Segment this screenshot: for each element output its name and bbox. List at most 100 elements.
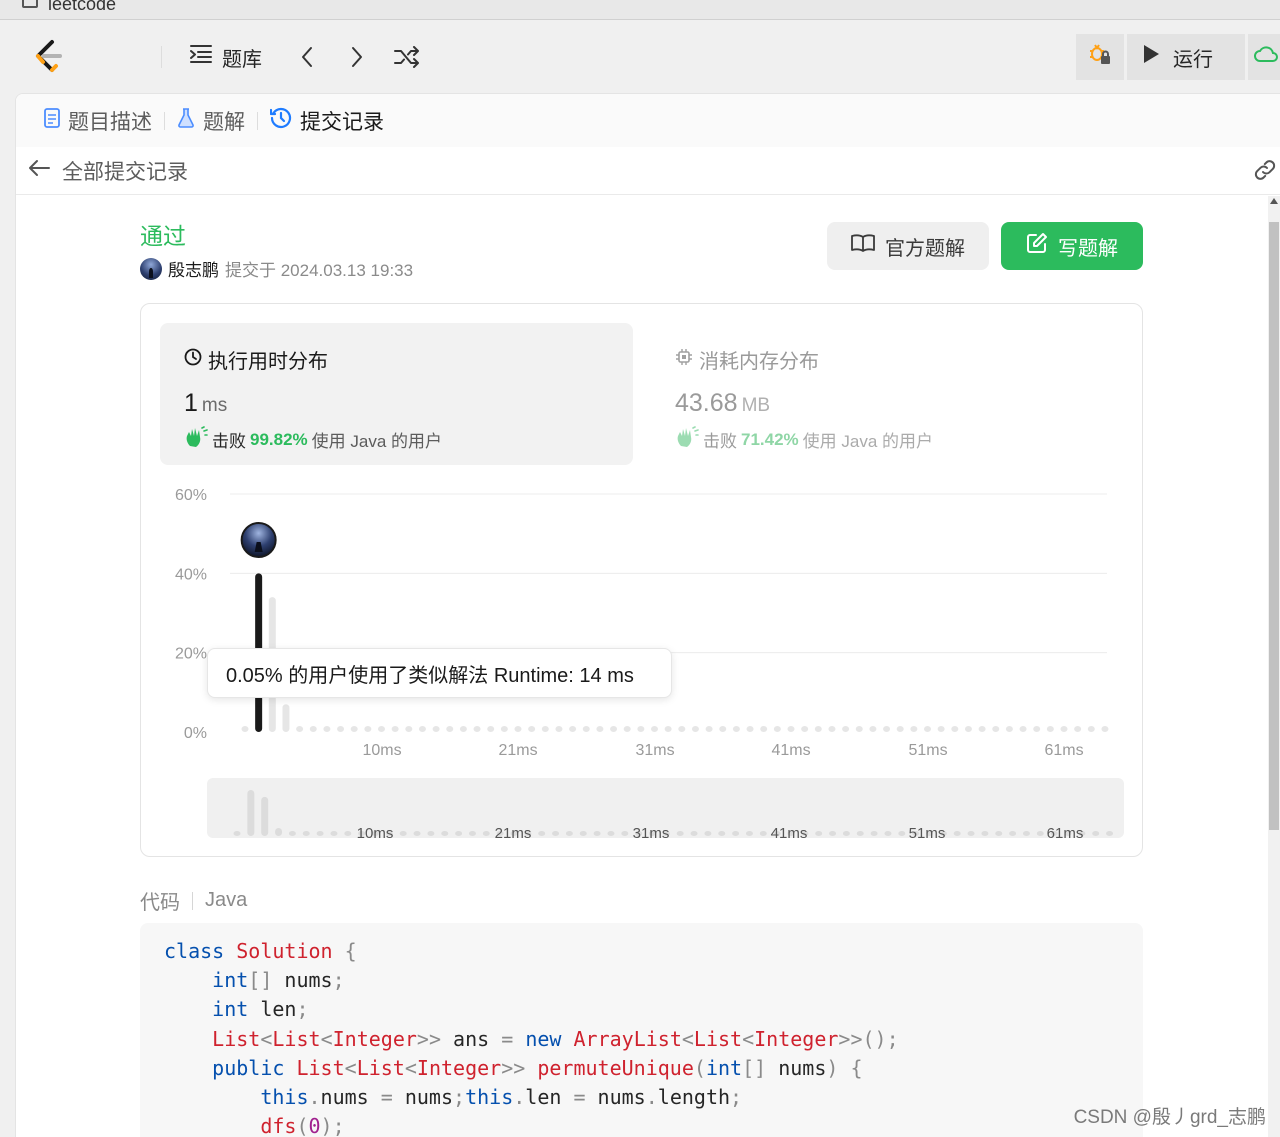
chart-bar xyxy=(1046,726,1054,732)
overview-x-tick-label: 21ms xyxy=(495,825,532,842)
vertical-scrollbar[interactable] xyxy=(1268,196,1280,1137)
code-block[interactable]: class Solution { int[] nums; int len; Li… xyxy=(140,923,1143,1137)
chart-bar xyxy=(405,726,413,732)
overview-bar xyxy=(247,790,255,836)
code-line: List<List<Integer>> ans = new ArrayList<… xyxy=(212,1026,899,1051)
code-line: class Solution { xyxy=(164,939,357,963)
avatar[interactable] xyxy=(140,257,162,280)
code-label-divider xyxy=(192,891,193,910)
nav-divider xyxy=(161,46,162,68)
overview-bar xyxy=(413,831,421,836)
overview-bar xyxy=(1106,831,1114,836)
official-solution-button[interactable]: 官方题解 xyxy=(827,222,989,270)
tab-description[interactable]: 题目描述 xyxy=(36,106,160,136)
chart-bar xyxy=(924,726,931,732)
chart-bar xyxy=(691,726,699,732)
chart-bar xyxy=(664,726,672,732)
chart-bar xyxy=(378,726,385,732)
y-tick-label: 40% xyxy=(175,566,207,583)
chart-bar xyxy=(896,726,904,732)
overview-bar xyxy=(704,831,712,836)
code-line: dfs(0); xyxy=(260,1114,345,1137)
overview-bar xyxy=(538,831,546,836)
chart-bar xyxy=(596,726,604,732)
code-line: public List<List<Integer>> permuteUnique… xyxy=(212,1055,863,1080)
tab-favicon-icon xyxy=(22,0,38,8)
overview-bar xyxy=(1036,831,1044,836)
overview-bar xyxy=(275,827,283,836)
next-problem-chevron-right-icon[interactable] xyxy=(344,44,370,70)
tab-divider xyxy=(164,111,165,130)
submit-button[interactable] xyxy=(1248,34,1280,80)
flask-icon xyxy=(177,107,195,134)
chart-bar xyxy=(555,726,563,732)
prev-problem-chevron-left-icon[interactable] xyxy=(294,44,320,70)
tab-solutions[interactable]: 题解 xyxy=(169,106,253,136)
share-link-icon[interactable] xyxy=(1252,159,1278,186)
runtime-distribution-chart[interactable]: 60% 40% 20% 0% 10ms 21ms 31ms 41ms 51ms 61ms 10ms 2… xyxy=(141,304,1144,858)
overview-bar xyxy=(607,831,615,836)
chart-bar xyxy=(1005,726,1013,732)
overview-x-tick-label: 10ms xyxy=(357,825,394,842)
chart-bar xyxy=(937,726,945,732)
chart-bar xyxy=(883,726,891,732)
chart-bar xyxy=(637,726,645,732)
chart-bar xyxy=(350,726,358,732)
chart-bar xyxy=(869,726,877,732)
overview-bar xyxy=(302,831,310,836)
overview-bar xyxy=(593,831,601,836)
browser-tab-title[interactable]: leetcode xyxy=(48,0,116,15)
overview-bar xyxy=(468,831,476,836)
chart-bar xyxy=(1060,726,1068,732)
chart-bar xyxy=(814,726,822,732)
chart-bar xyxy=(541,726,549,732)
problem-bank-button[interactable]: 题库 xyxy=(190,42,262,72)
right-toolbar: 运行 xyxy=(1076,34,1280,80)
overview-bar xyxy=(676,831,684,836)
chart-bar xyxy=(732,726,740,732)
overview-bar xyxy=(288,831,296,836)
arrow-left-icon xyxy=(28,159,50,183)
chart-bar xyxy=(705,726,713,732)
tab-divider xyxy=(257,111,258,130)
overview-bar xyxy=(967,831,975,836)
random-problem-shuffle-icon[interactable] xyxy=(394,44,420,70)
overview-bar xyxy=(690,831,698,836)
tab-submissions[interactable]: 提交记录 xyxy=(262,106,392,136)
submission-panel: 题目描述 题解 提交记录 全部提交记录 通过 殷志鹏 提交于 2024.03.1… xyxy=(15,93,1280,1137)
submission-subheader: 全部提交记录 xyxy=(16,147,1280,195)
code-label: 代码 xyxy=(140,892,180,914)
overview-bar xyxy=(316,831,324,836)
overview-bar xyxy=(884,831,892,836)
panel-tabs: 题目描述 题解 提交记录 xyxy=(16,94,1280,147)
top-navigation: 题库 运行 xyxy=(0,20,1280,94)
scroll-up-arrow-icon[interactable] xyxy=(1270,198,1278,204)
overview-bar xyxy=(995,831,1003,836)
overview-bar xyxy=(718,831,726,836)
chart-bar xyxy=(473,726,481,732)
overview-bar xyxy=(842,831,850,836)
y-tick-label: 0% xyxy=(184,725,207,742)
browser-tab-strip: leetcode xyxy=(0,0,1280,20)
chart-bar xyxy=(432,726,440,732)
chart-bar xyxy=(623,726,631,732)
scrollbar-thumb[interactable] xyxy=(1269,222,1279,830)
debug-locked-button[interactable] xyxy=(1076,34,1124,80)
overview-bar xyxy=(455,831,463,836)
run-button[interactable]: 运行 xyxy=(1127,34,1245,80)
chart-bar xyxy=(746,726,754,732)
overview-x-tick-label: 41ms xyxy=(771,825,808,842)
chart-bar xyxy=(610,726,618,732)
leetcode-logo-icon[interactable] xyxy=(30,38,66,74)
write-solution-label: 写题解 xyxy=(1058,237,1118,260)
back-to-all-submissions[interactable]: 全部提交记录 xyxy=(28,156,188,186)
chart-bar xyxy=(1101,726,1109,732)
chart-bar xyxy=(296,726,304,732)
chart-bar xyxy=(855,726,863,732)
chart-bar xyxy=(978,726,986,732)
submitter-name[interactable]: 殷志鹏 xyxy=(168,256,219,281)
write-solution-button[interactable]: 写题解 xyxy=(1001,222,1143,270)
overview-bar xyxy=(565,831,573,836)
x-tick-label: 41ms xyxy=(771,742,810,759)
list-icon xyxy=(190,44,212,70)
